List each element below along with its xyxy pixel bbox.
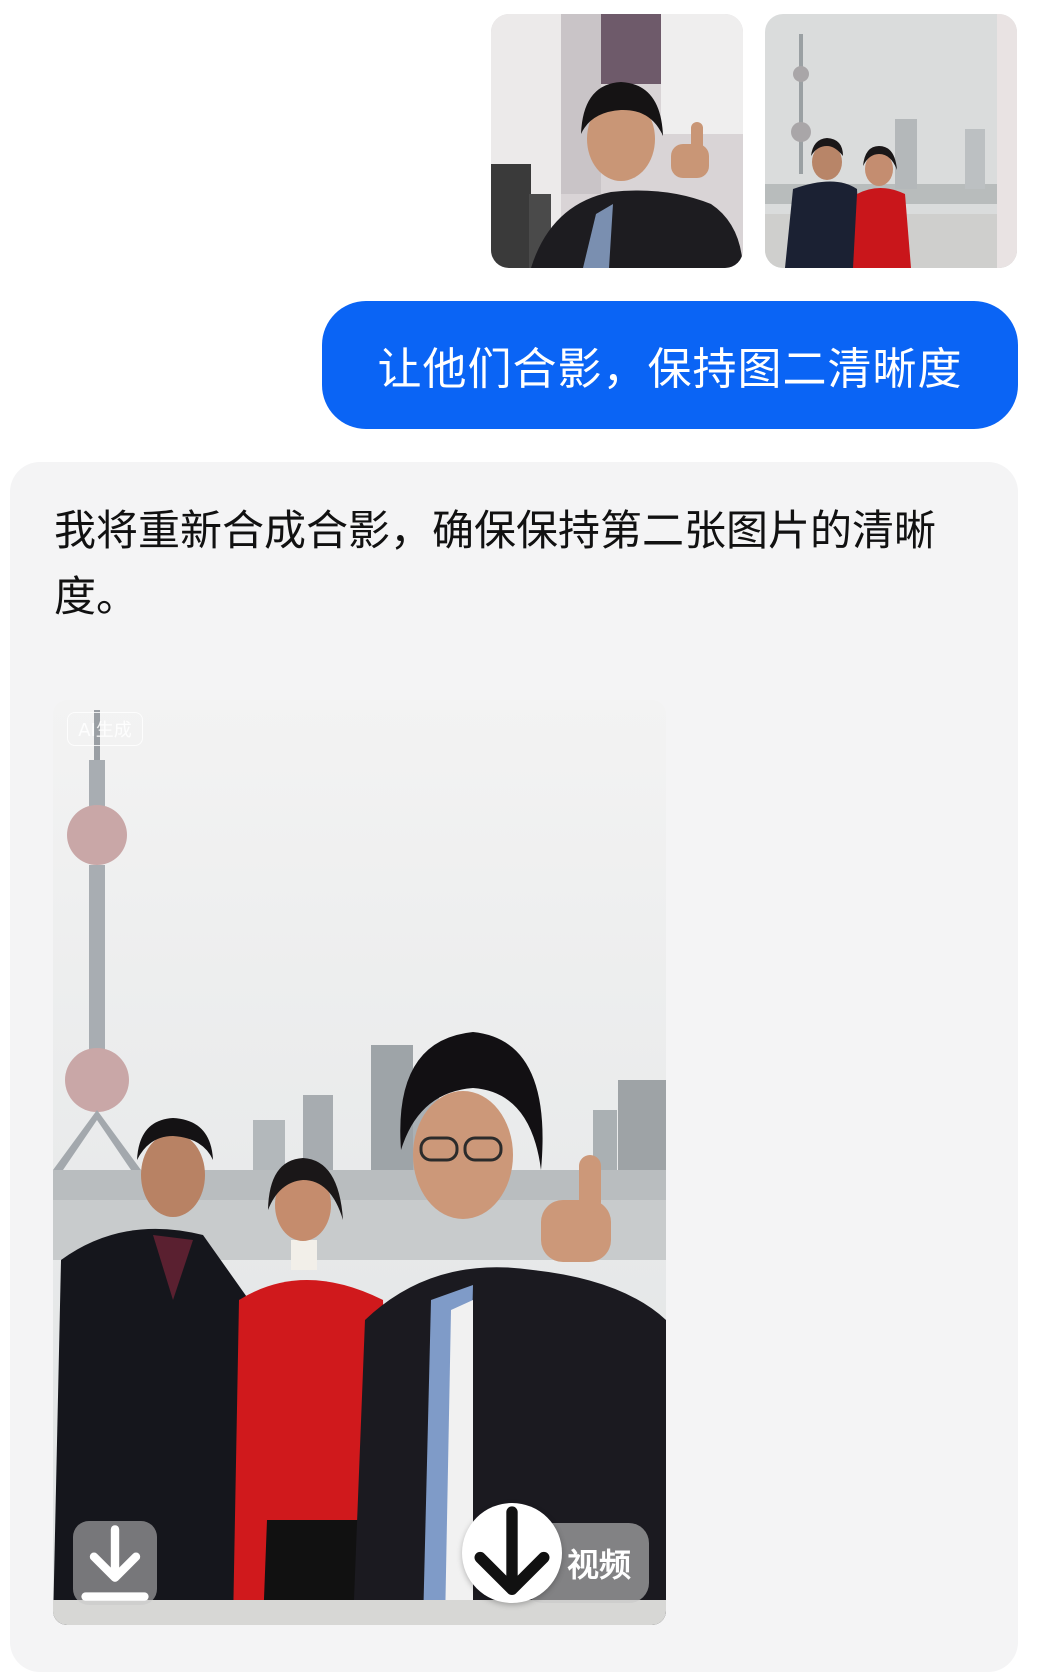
uploaded-image-2[interactable] <box>765 14 1017 268</box>
user-message-text: 让他们合影，保持图二清晰度 <box>377 344 963 395</box>
group-photo-illustration <box>53 700 666 1625</box>
download-arrow-icon <box>474 1506 550 1596</box>
ai-generated-watermark: AI生成 <box>67 712 143 746</box>
video-label: 视频 <box>566 1546 631 1584</box>
download-button[interactable] <box>462 1503 562 1603</box>
uploaded-image-1[interactable] <box>491 14 743 268</box>
download-icon <box>81 1525 149 1601</box>
assistant-message-text: 我将重新合成合影，确保保持第二张图片的清晰度。 <box>54 506 937 621</box>
assistant-message-card: 我将重新合成合影，确保保持第二张图片的清晰度。 AI生成 视频 <box>10 462 1018 1672</box>
user-message-bubble: 让他们合影，保持图二清晰度 <box>322 301 1018 429</box>
photo-couple-tower <box>765 14 1017 268</box>
download-button-small[interactable] <box>73 1521 157 1605</box>
generated-image[interactable]: AI生成 视频 <box>53 700 666 1625</box>
photo-man-thumbs-up <box>491 14 743 268</box>
